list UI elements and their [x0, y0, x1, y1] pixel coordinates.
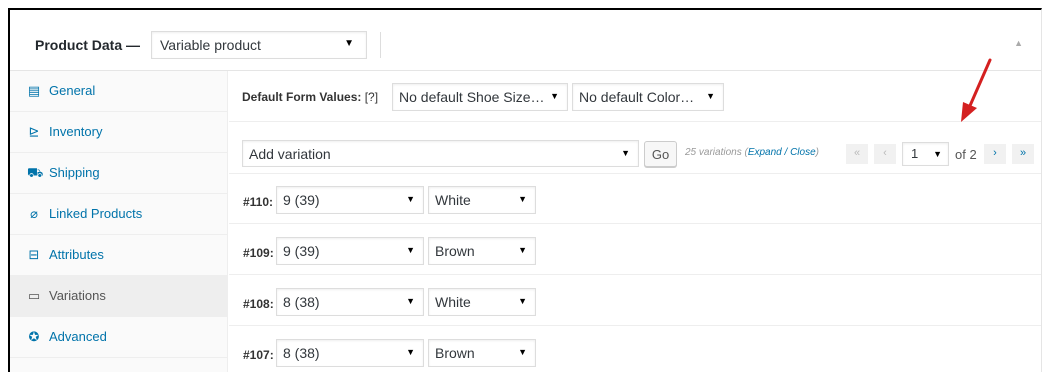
variation-size-value: 9 (39)	[283, 192, 320, 208]
chevron-down-icon: ▼	[933, 149, 942, 159]
variation-id: #109:	[243, 246, 274, 260]
default-shoe-size-select[interactable]: No default Shoe Size… ▼	[392, 83, 568, 111]
chevron-down-icon: ▼	[518, 194, 527, 204]
prev-page-button[interactable]: ‹	[874, 144, 896, 164]
annotation-arrow-icon	[961, 58, 992, 122]
expand-link[interactable]: Expand	[748, 147, 782, 158]
tab-linked-products[interactable]: ⌀ Linked Products	[10, 194, 227, 235]
variation-color-value: Brown	[435, 243, 475, 259]
chevron-down-icon: ▼	[518, 296, 527, 306]
page-value: 1	[911, 146, 919, 161]
variation-color-value: White	[435, 294, 471, 310]
chevron-down-icon: ▼	[406, 194, 415, 204]
default-label-text: Default Form Values:	[242, 90, 362, 104]
variation-size-value: 8 (38)	[283, 345, 320, 361]
variation-color-value: Brown	[435, 345, 475, 361]
expand-close-separator: /	[781, 147, 791, 158]
product-data-tabs: ▤ General ⊵ Inventory ⛟ Shipping ⌀ Linked Pr…	[10, 71, 228, 372]
variation-color-select[interactable]: White ▼	[428, 186, 536, 214]
chevron-down-icon: ▼	[406, 347, 415, 357]
page-total: of 2	[955, 147, 977, 162]
variation-id: #107:	[243, 348, 274, 362]
variation-size-select[interactable]: 8 (38) ▼	[276, 288, 424, 316]
chevron-down-icon: ▼	[706, 91, 715, 101]
tab-label: Inventory	[49, 124, 103, 139]
default-color-select[interactable]: No default Color… ▼	[572, 83, 724, 111]
product-type-select[interactable]: Variable product ▼	[151, 31, 367, 59]
default-form-values-label: Default Form Values: [?]	[242, 90, 378, 104]
tab-label: Advanced	[49, 329, 107, 344]
help-tip[interactable]: [?]	[365, 90, 378, 104]
variation-color-select[interactable]: White ▼	[428, 288, 536, 316]
chevron-down-icon: ▼	[406, 296, 415, 306]
default-color-value: No default Color…	[579, 89, 695, 105]
general-icon: ▤	[27, 83, 41, 98]
default-form-values-row: Default Form Values: [?] No default Shoe…	[229, 71, 1041, 122]
tab-label: Variations	[49, 288, 106, 303]
variations-panel: Default Form Values: [?] No default Shoe…	[229, 71, 1041, 372]
attributes-icon: ⊟	[28, 247, 40, 262]
variation-row[interactable]: #108: 8 (38) ▼ White ▼	[229, 276, 1041, 326]
variation-row[interactable]: #107: 8 (38) ▼ Brown ▼	[229, 327, 1041, 372]
tab-advanced[interactable]: ✪ Advanced	[10, 317, 227, 358]
chevron-down-icon: ▼	[518, 245, 527, 255]
tab-shipping[interactable]: ⛟ Shipping	[10, 153, 227, 194]
link-icon: ⌀	[30, 206, 38, 221]
next-page-button[interactable]: ›	[984, 144, 1006, 164]
tab-label: General	[49, 83, 96, 98]
variations-toolbar: Add variation ▼ Go 25 variations (Expand…	[229, 122, 1041, 174]
product-data-header: Product Data — Variable product ▼ ▲	[10, 10, 1041, 71]
collapse-toggle-icon[interactable]: ▲	[1014, 38, 1023, 48]
product-type-value: Variable product	[160, 37, 261, 53]
variation-size-select[interactable]: 9 (39) ▼	[276, 186, 424, 214]
product-data-title: Product Data —	[35, 37, 141, 53]
add-variation-value: Add variation	[249, 146, 331, 162]
gear-icon: ✪	[28, 329, 40, 344]
chevron-down-icon: ▼	[406, 245, 415, 255]
go-button[interactable]: Go	[644, 141, 677, 167]
inventory-icon: ⊵	[28, 124, 40, 139]
tab-label: Attributes	[49, 247, 104, 262]
variation-id: #110:	[243, 195, 274, 209]
shipping-icon: ⛟	[27, 165, 44, 180]
first-page-button[interactable]: «	[846, 144, 868, 164]
close-link[interactable]: Close	[790, 147, 816, 158]
chevron-down-icon: ▼	[621, 148, 630, 158]
tab-inventory[interactable]: ⊵ Inventory	[10, 112, 227, 153]
chevron-down-icon: ▼	[344, 38, 354, 49]
tab-label: Shipping	[49, 165, 100, 180]
page-select[interactable]: 1 ▼	[902, 142, 949, 166]
default-shoe-size-value: No default Shoe Size…	[399, 89, 545, 105]
variation-color-value: White	[435, 192, 471, 208]
variation-row[interactable]: #109: 9 (39) ▼ Brown ▼	[229, 225, 1041, 275]
variations-count-text: 25 variations	[685, 147, 742, 158]
variation-row[interactable]: #110: 9 (39) ▼ White ▼	[229, 174, 1041, 224]
chevron-down-icon: ▼	[550, 91, 559, 101]
variation-color-select[interactable]: Brown ▼	[428, 339, 536, 367]
tab-general[interactable]: ▤ General	[10, 71, 227, 112]
variation-id: #108:	[243, 297, 274, 311]
header-divider	[380, 32, 381, 58]
variation-color-select[interactable]: Brown ▼	[428, 237, 536, 265]
tab-attributes[interactable]: ⊟ Attributes	[10, 235, 227, 276]
variation-size-select[interactable]: 9 (39) ▼	[276, 237, 424, 265]
variation-size-value: 8 (38)	[283, 294, 320, 310]
tab-variations[interactable]: ▭ Variations	[10, 276, 227, 317]
variations-count: 25 variations (Expand / Close)	[685, 147, 819, 158]
tab-label: Linked Products	[49, 206, 143, 221]
add-variation-select[interactable]: Add variation ▼	[242, 140, 639, 167]
chevron-down-icon: ▼	[518, 347, 527, 357]
last-page-button[interactable]: »	[1012, 144, 1034, 164]
variations-icon: ▭	[27, 288, 41, 303]
variation-size-select[interactable]: 8 (38) ▼	[276, 339, 424, 367]
variation-size-value: 9 (39)	[283, 243, 320, 259]
product-data-panel: Product Data — Variable product ▼ ▲ ▤ Gen…	[8, 8, 1042, 372]
